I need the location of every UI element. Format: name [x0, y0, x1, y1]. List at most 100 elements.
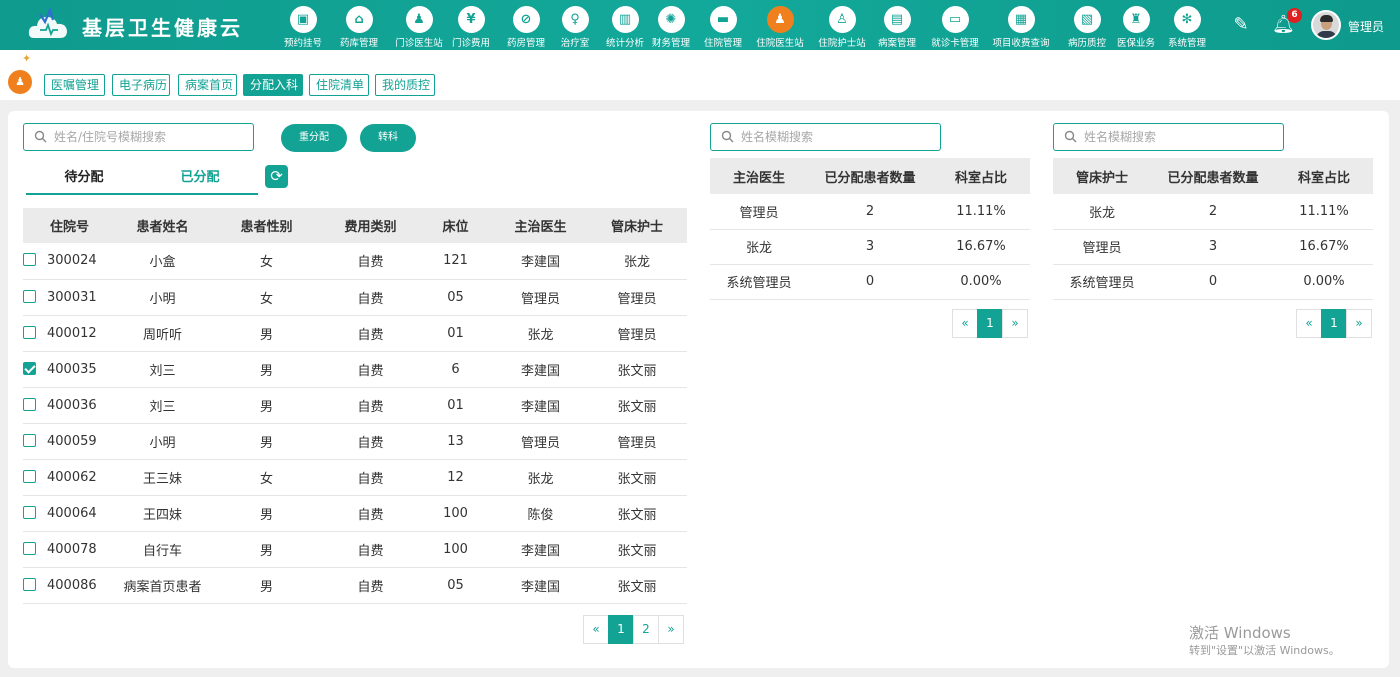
table-row[interactable]: 400012 周听听男自费 01 张龙 管理员 — [23, 315, 687, 352]
search-icon — [34, 130, 47, 143]
username[interactable]: 管理员 — [1348, 18, 1384, 35]
nav-item-2[interactable]: ⌂ 药库管理 — [336, 0, 382, 50]
prev-page-button[interactable]: « — [583, 615, 609, 644]
card-icon: ▭ — [941, 6, 969, 33]
table-cell: 自费 — [324, 351, 417, 388]
table-row[interactable]: 400059 小明男自费 13 管理员 管理员 — [23, 423, 687, 460]
admission-number: 400012 — [47, 325, 97, 341]
nav-item-3[interactable]: ♟ 门诊医生站 — [393, 0, 445, 50]
nav-item-1[interactable]: ▣ 预约挂号 — [280, 0, 326, 50]
next-page-button[interactable]: » — [658, 615, 684, 644]
doctor-search[interactable] — [710, 123, 941, 151]
nav-item-label: 病案管理 — [877, 38, 916, 49]
table-cell: 男 — [209, 495, 324, 532]
subtab-1[interactable]: 医嘱管理 — [44, 74, 105, 96]
table-cell: 400064 — [23, 495, 116, 532]
table-cell: 管理员 — [587, 315, 687, 352]
nurse-search-input[interactable] — [1084, 128, 1279, 146]
nurse-search[interactable] — [1053, 123, 1284, 151]
prev-page-button[interactable]: « — [1296, 309, 1322, 338]
row-checkbox[interactable] — [23, 469, 36, 483]
row-checkbox[interactable] — [23, 253, 36, 267]
nav-item-label: 住院护士站 — [818, 38, 866, 49]
transfer-button[interactable]: 转科 — [360, 124, 416, 152]
nav-item-4[interactable]: ¥ 门诊费用 — [450, 0, 492, 50]
table-row[interactable]: 400062 王三妹女自费 12 张龙 张文丽 — [23, 459, 687, 496]
table-row[interactable]: 400035 刘三男自费 6 李建国 张文丽 — [23, 351, 687, 388]
nurse-pagination: «1» — [1296, 309, 1372, 338]
table-cell: 陈俊 — [494, 495, 587, 532]
patient-search-input[interactable] — [54, 128, 249, 146]
table-row[interactable]: 400064 王四妹男自费 100 陈俊 张文丽 — [23, 495, 687, 532]
column-header: 主治医生 — [710, 158, 808, 194]
tab-unassigned[interactable]: 待分配 — [26, 163, 142, 195]
nav-item-17[interactable]: ✻ 系统管理 — [1167, 0, 1207, 50]
doctor-search-input[interactable] — [741, 128, 936, 146]
table-cell: 张文丽 — [587, 351, 687, 388]
nav-item-5[interactable]: ⊘ 药房管理 — [504, 0, 548, 50]
subtab-4[interactable]: 分配入科 — [243, 74, 303, 96]
subtab-5[interactable]: 住院清单 — [309, 74, 369, 96]
table-row[interactable]: 400086 病案首页患者男自费 05 李建国 张文丽 — [23, 567, 687, 604]
tab-assigned[interactable]: 已分配 — [142, 163, 258, 195]
table-cell: 100 — [417, 531, 494, 568]
table-row[interactable]: 300024 小盒女自费 121 李建国 张龙 — [23, 243, 687, 280]
table-cell: 01 — [417, 315, 494, 352]
row-checkbox[interactable] — [23, 433, 36, 447]
table-row[interactable]: 400036 刘三男自费 01 李建国 张文丽 — [23, 387, 687, 424]
table-cell: 11.11% — [932, 194, 1030, 230]
row-checkbox[interactable] — [23, 325, 36, 339]
subtab-2[interactable]: 电子病历 — [112, 74, 170, 96]
insurance-icon: ♜ — [1122, 6, 1150, 33]
broom-icon[interactable]: ✦ — [22, 52, 31, 65]
reassign-button[interactable]: 重分配 — [281, 124, 347, 152]
nav-item-12[interactable]: ▤ 病案管理 — [877, 0, 917, 50]
nav-item-8[interactable]: ✺ 财务管理 — [650, 0, 692, 50]
table-cell: 300024 — [23, 243, 116, 280]
nav-item-11[interactable]: ♙ 住院护士站 — [817, 0, 867, 50]
row-checkbox[interactable] — [23, 505, 36, 519]
admission-number: 300024 — [47, 253, 97, 269]
page-button[interactable]: 2 — [633, 615, 659, 644]
nav-item-13[interactable]: ▭ 就诊卡管理 — [929, 0, 981, 50]
table-cell: 王四妹 — [116, 495, 209, 532]
table-cell: 自费 — [324, 423, 417, 460]
row-checkbox[interactable] — [23, 361, 36, 375]
nurse-station-icon: ♙ — [828, 6, 856, 33]
row-checkbox[interactable] — [23, 577, 36, 591]
row-checkbox[interactable] — [23, 397, 36, 411]
row-checkbox[interactable] — [23, 289, 36, 303]
nav-item-6[interactable]: ♀ 治疗室 — [558, 0, 592, 50]
doctor-pagination: «1» — [952, 309, 1028, 338]
nav-item-9[interactable]: ▬ 住院管理 — [703, 0, 743, 50]
table-row[interactable]: 400078 自行车男自费 100 李建国 张文丽 — [23, 531, 687, 568]
edit-icon[interactable]: ✎ — [1230, 14, 1252, 36]
next-page-button[interactable]: » — [1346, 309, 1372, 338]
subtab-6[interactable]: 我的质控 — [375, 74, 435, 96]
table-row: 张龙 2 11.11% — [1053, 194, 1373, 230]
table-cell: 16.67% — [1275, 229, 1373, 265]
nav-item-7[interactable]: ▥ 统计分析 — [605, 0, 645, 50]
nav-item-10[interactable]: ♟ 住院医生站 — [755, 0, 805, 50]
column-header: 住院号 — [23, 208, 116, 243]
table-row: 系统管理员 0 0.00% — [710, 264, 1030, 300]
nav-item-label: 财务管理 — [651, 38, 690, 49]
table-cell: 自行车 — [116, 531, 209, 568]
prev-page-button[interactable]: « — [952, 309, 978, 338]
patient-search[interactable] — [23, 123, 254, 151]
subtab-3[interactable]: 病案首页 — [178, 74, 237, 96]
table-row[interactable]: 300031 小明女自费 05 管理员 管理员 — [23, 279, 687, 316]
nav-item-label: 门诊医生站 — [395, 38, 443, 49]
nav-item-16[interactable]: ♜ 医保业务 — [1115, 0, 1157, 50]
refresh-icon[interactable]: ⟳ — [265, 165, 288, 188]
row-checkbox[interactable] — [23, 541, 36, 555]
page-button[interactable]: 1 — [1321, 309, 1347, 338]
nav-item-15[interactable]: ▧ 病历质控 — [1066, 0, 1108, 50]
next-page-button[interactable]: » — [1002, 309, 1028, 338]
search-icon — [1064, 130, 1077, 143]
page-button[interactable]: 1 — [977, 309, 1003, 338]
nav-item-14[interactable]: ▦ 项目收费查询 — [992, 0, 1050, 50]
nav-item-label: 系统管理 — [1167, 38, 1206, 49]
avatar[interactable] — [1311, 10, 1341, 40]
page-button[interactable]: 1 — [608, 615, 634, 644]
